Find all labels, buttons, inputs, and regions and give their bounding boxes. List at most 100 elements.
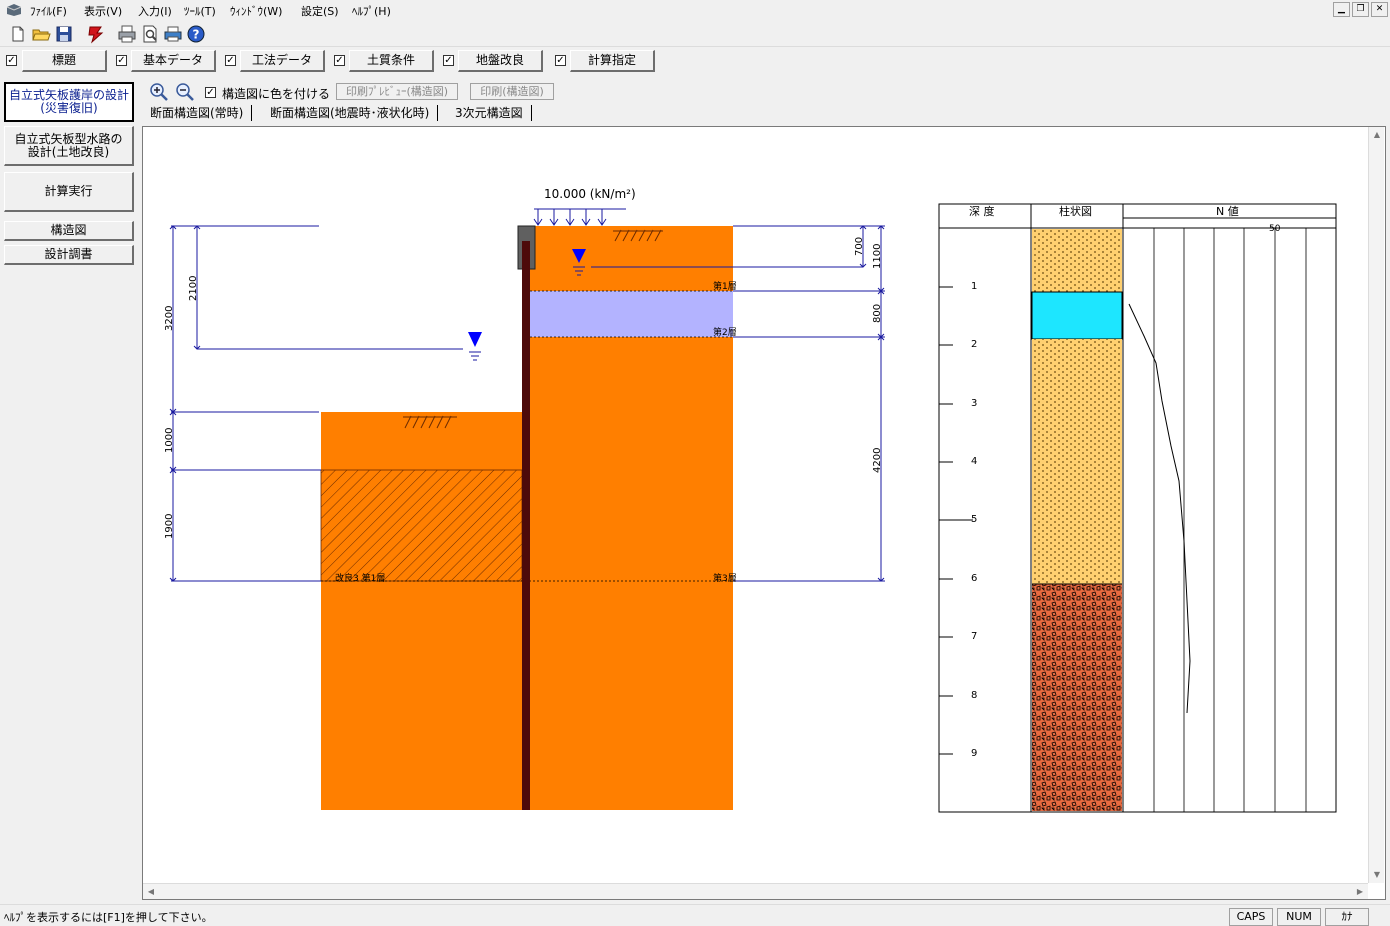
boring-sand-2 <box>1032 339 1122 584</box>
sidebar: 自立式矢板護岸の設計 (災害復旧) 自立式矢板型水路の 設計(土地改良) 計算実… <box>0 78 138 903</box>
menu-help[interactable]: ﾍﾙﾌﾟ(H) <box>350 2 393 20</box>
boring-sand-1 <box>1032 229 1122 292</box>
dim-1100: 1100 <box>872 244 883 269</box>
sidebar-item-channel-design[interactable]: 自立式矢板型水路の 設計(土地改良) <box>4 126 134 166</box>
sidebar-item-structure-drawing[interactable]: 構造図 <box>4 221 134 241</box>
zoom-out-icon[interactable] <box>175 82 194 101</box>
tab-soil-conditions[interactable]: 土質条件 <box>349 50 434 72</box>
n-scale-label: 50 <box>1269 224 1281 234</box>
print-button[interactable]: 印刷(構造図) <box>470 83 554 100</box>
depth-label-5: 5 <box>971 514 977 525</box>
sidebar-item-run-calc[interactable]: 計算実行 <box>4 172 134 212</box>
horizontal-scrollbar[interactable]: ◀ ▶ <box>143 883 1368 899</box>
dim-3200: 3200 <box>164 306 175 331</box>
depth-label-6: 6 <box>971 573 977 584</box>
tab-section-normal[interactable]: 断面構造図(常時) <box>142 105 253 121</box>
menu-bar: ﾌｧｲﾙ(F) 表示(V) 入力(I) ﾂｰﾙ(T) ｳｨﾝﾄﾞｳ(W) 設定(… <box>0 0 1390 20</box>
toolbar: ? <box>0 21 1390 47</box>
menu-file[interactable]: ﾌｧｲﾙ(F) <box>28 2 69 20</box>
view-tabs: 断面構造図(常時) 断面構造図(地震時･液状化時) 3次元構造図 <box>140 104 1390 124</box>
dim-1000: 1000 <box>164 428 175 453</box>
num-indicator: NUM <box>1277 908 1321 926</box>
depth-label-8: 8 <box>971 690 977 701</box>
tab-section-seismic[interactable]: 断面構造図(地震時･液状化時) <box>262 105 439 121</box>
dim-4200: 4200 <box>872 448 883 473</box>
dim-2100: 2100 <box>188 276 199 301</box>
printer-setup-icon[interactable] <box>163 24 183 44</box>
depth-label-9: 9 <box>971 748 977 759</box>
tab-bar: ✓ 標題 ✓ 基本データ ✓ 工法データ ✓ 土質条件 ✓ 地盤改良 ✓ 計算指… <box>0 48 1390 74</box>
tab-3d-structure[interactable]: 3次元構造図 <box>447 105 532 121</box>
layer-label-2: 第2層 <box>713 326 737 338</box>
tab-check-title[interactable]: ✓ <box>6 55 17 66</box>
soil-layer-1-back <box>530 226 733 291</box>
print-preview-button[interactable]: 印刷ﾌﾟﾚﾋﾞｭｰ(構造図) <box>336 83 458 100</box>
open-folder-icon[interactable] <box>31 24 51 44</box>
restore-button[interactable]: ❐ <box>1352 2 1369 17</box>
help-icon[interactable]: ? <box>186 24 206 44</box>
tab-check-ground-improvement[interactable]: ✓ <box>443 55 454 66</box>
boring-log <box>938 203 1337 813</box>
run-red-icon[interactable] <box>86 24 106 44</box>
kana-indicator: ｶﾅ <box>1325 908 1369 926</box>
tab-check-method-data[interactable]: ✓ <box>225 55 236 66</box>
layer-label-1: 第1層 <box>713 280 737 292</box>
scroll-down-icon[interactable]: ▼ <box>1369 867 1385 883</box>
tab-check-basic-data[interactable]: ✓ <box>116 55 127 66</box>
minimize-button[interactable]: ▁ <box>1333 2 1350 17</box>
menu-view[interactable]: 表示(V) <box>82 2 124 20</box>
soil-layer-3-back <box>530 337 733 810</box>
depth-label-7: 7 <box>971 631 977 642</box>
dim-700: 700 <box>854 237 865 256</box>
depth-label-1: 1 <box>971 281 977 292</box>
caps-indicator: CAPS <box>1229 908 1273 926</box>
tab-check-calc-settings[interactable]: ✓ <box>555 55 566 66</box>
surcharge-load-arrows <box>533 209 607 226</box>
drawing-canvas[interactable]: 10.000 (kN/m²) 2100 3200 1000 1900 700 1… <box>142 126 1386 900</box>
scroll-right-icon[interactable]: ▶ <box>1352 884 1368 900</box>
right-dimensions <box>733 225 885 582</box>
tab-calc-settings[interactable]: 計算指定 <box>570 50 655 72</box>
boring-header-column: 柱状図 <box>1059 204 1092 218</box>
boring-header-depth: 深 度 <box>969 204 995 218</box>
depth-label-3: 3 <box>971 398 977 409</box>
layer-label-3: 第3層 <box>713 572 737 584</box>
tab-title[interactable]: 標題 <box>22 50 107 72</box>
depth-label-4: 4 <box>971 456 977 467</box>
scroll-up-icon[interactable]: ▲ <box>1369 127 1385 143</box>
surcharge-load-label: 10.000 (kN/m²) <box>544 187 636 201</box>
vertical-scrollbar[interactable]: ▲ ▼ <box>1368 127 1384 883</box>
menu-input[interactable]: 入力(I) <box>136 2 174 20</box>
depth-label-2: 2 <box>971 339 977 350</box>
menu-settings[interactable]: 設定(S) <box>299 2 341 20</box>
menu-tools[interactable]: ﾂｰﾙ(T) <box>182 2 218 20</box>
new-file-icon[interactable] <box>8 24 28 44</box>
boring-header-n-value: N 値 <box>1216 205 1239 218</box>
tab-method-data[interactable]: 工法データ <box>240 50 325 72</box>
tab-check-soil-conditions[interactable]: ✓ <box>334 55 345 66</box>
improved-ground <box>321 470 522 581</box>
boring-water-layer <box>1031 291 1123 340</box>
status-bar: ﾍﾙﾌﾟを表示するには[F1]を押して下さい。 CAPS NUM ｶﾅ <box>0 904 1390 926</box>
tab-ground-improvement[interactable]: 地盤改良 <box>458 50 543 72</box>
color-drawing-label: 構造図に色を付ける <box>222 87 331 101</box>
print-preview-icon[interactable] <box>140 24 160 44</box>
sidebar-item-seawall-design[interactable]: 自立式矢板護岸の設計 (災害復旧) <box>4 82 134 122</box>
app-icon <box>6 4 22 16</box>
scroll-left-icon[interactable]: ◀ <box>143 884 159 900</box>
menu-window[interactable]: ｳｨﾝﾄﾞｳ(W) <box>228 2 284 20</box>
print-icon[interactable] <box>117 24 137 44</box>
water-level-front <box>468 332 482 361</box>
boring-gravel <box>1032 584 1122 811</box>
close-button[interactable]: ✕ <box>1371 2 1388 17</box>
dim-800: 800 <box>872 304 883 323</box>
zoom-in-icon[interactable] <box>149 82 168 101</box>
save-icon[interactable] <box>54 24 74 44</box>
color-drawing-checkbox[interactable]: ✓ <box>205 87 216 98</box>
svg-text:?: ? <box>193 28 200 42</box>
improved-layer-label: 改良3 第1層 <box>335 572 385 584</box>
soil-layer-2-back <box>530 291 733 337</box>
status-message: ﾍﾙﾌﾟを表示するには[F1]を押して下さい。 <box>4 911 213 924</box>
sidebar-item-design-report[interactable]: 設計調書 <box>4 245 134 265</box>
tab-basic-data[interactable]: 基本データ <box>131 50 216 72</box>
